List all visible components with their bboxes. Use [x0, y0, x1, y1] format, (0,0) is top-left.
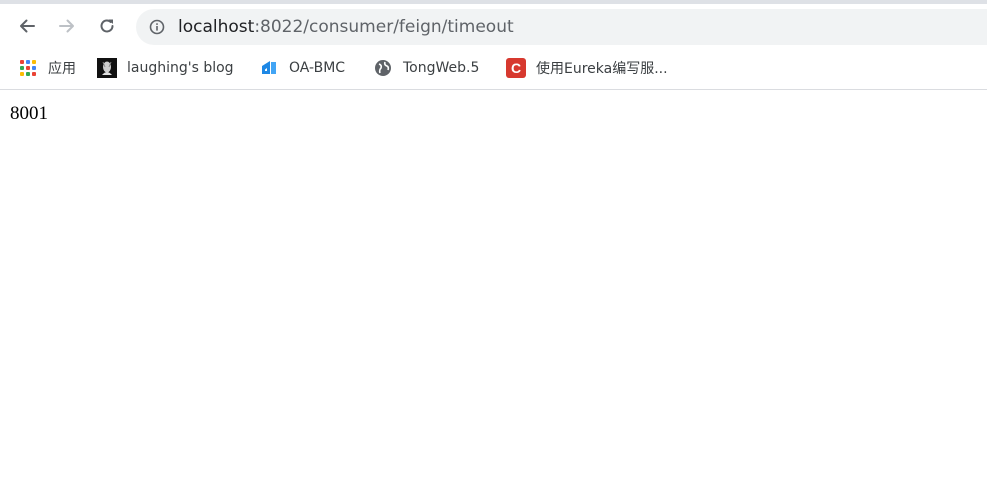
bookmark-tongweb[interactable]: TongWeb.5: [373, 56, 479, 80]
oa-bmc-favicon: [259, 58, 279, 78]
forward-button[interactable]: [51, 10, 83, 42]
url-host: localhost: [178, 17, 255, 37]
page-body-text: 8001: [10, 103, 48, 124]
bookmark-oa-bmc[interactable]: OA-BMC: [259, 56, 345, 80]
reload-icon: [100, 19, 114, 33]
apps-grid-icon: [18, 58, 38, 78]
bookmarks-bar: 应用 laughing's blog OA-BMC TongWeb.5 C 使用…: [0, 48, 987, 90]
bookmark-label: TongWeb.5: [403, 60, 480, 76]
blog-favicon: [97, 58, 117, 78]
info-icon[interactable]: [149, 19, 165, 35]
bookmark-laughings-blog[interactable]: laughing's blog: [97, 56, 234, 80]
globe-icon: [373, 58, 393, 78]
csdn-favicon: C: [506, 58, 526, 78]
svg-text:C: C: [511, 60, 521, 76]
url-text[interactable]: localhost:8022/consumer/feign/timeout: [178, 9, 514, 45]
arrow-right-icon: [59, 19, 74, 33]
bookmark-label: OA-BMC: [289, 60, 346, 76]
browser-toolbar: localhost:8022/consumer/feign/timeout: [0, 4, 987, 48]
bookmark-apps[interactable]: 应用: [18, 56, 76, 80]
bookmark-eureka-article[interactable]: C 使用Eureka编写服...: [506, 56, 668, 80]
bookmark-label: 应用: [48, 61, 76, 77]
reload-button[interactable]: [91, 10, 123, 42]
url-path: :8022/consumer/feign/timeout: [254, 17, 514, 37]
back-button[interactable]: [11, 10, 43, 42]
bookmark-label: 使用Eureka编写服...: [536, 61, 668, 77]
address-bar[interactable]: localhost:8022/consumer/feign/timeout: [136, 9, 987, 45]
bookmark-label: laughing's blog: [127, 60, 234, 76]
arrow-left-icon: [20, 19, 35, 33]
